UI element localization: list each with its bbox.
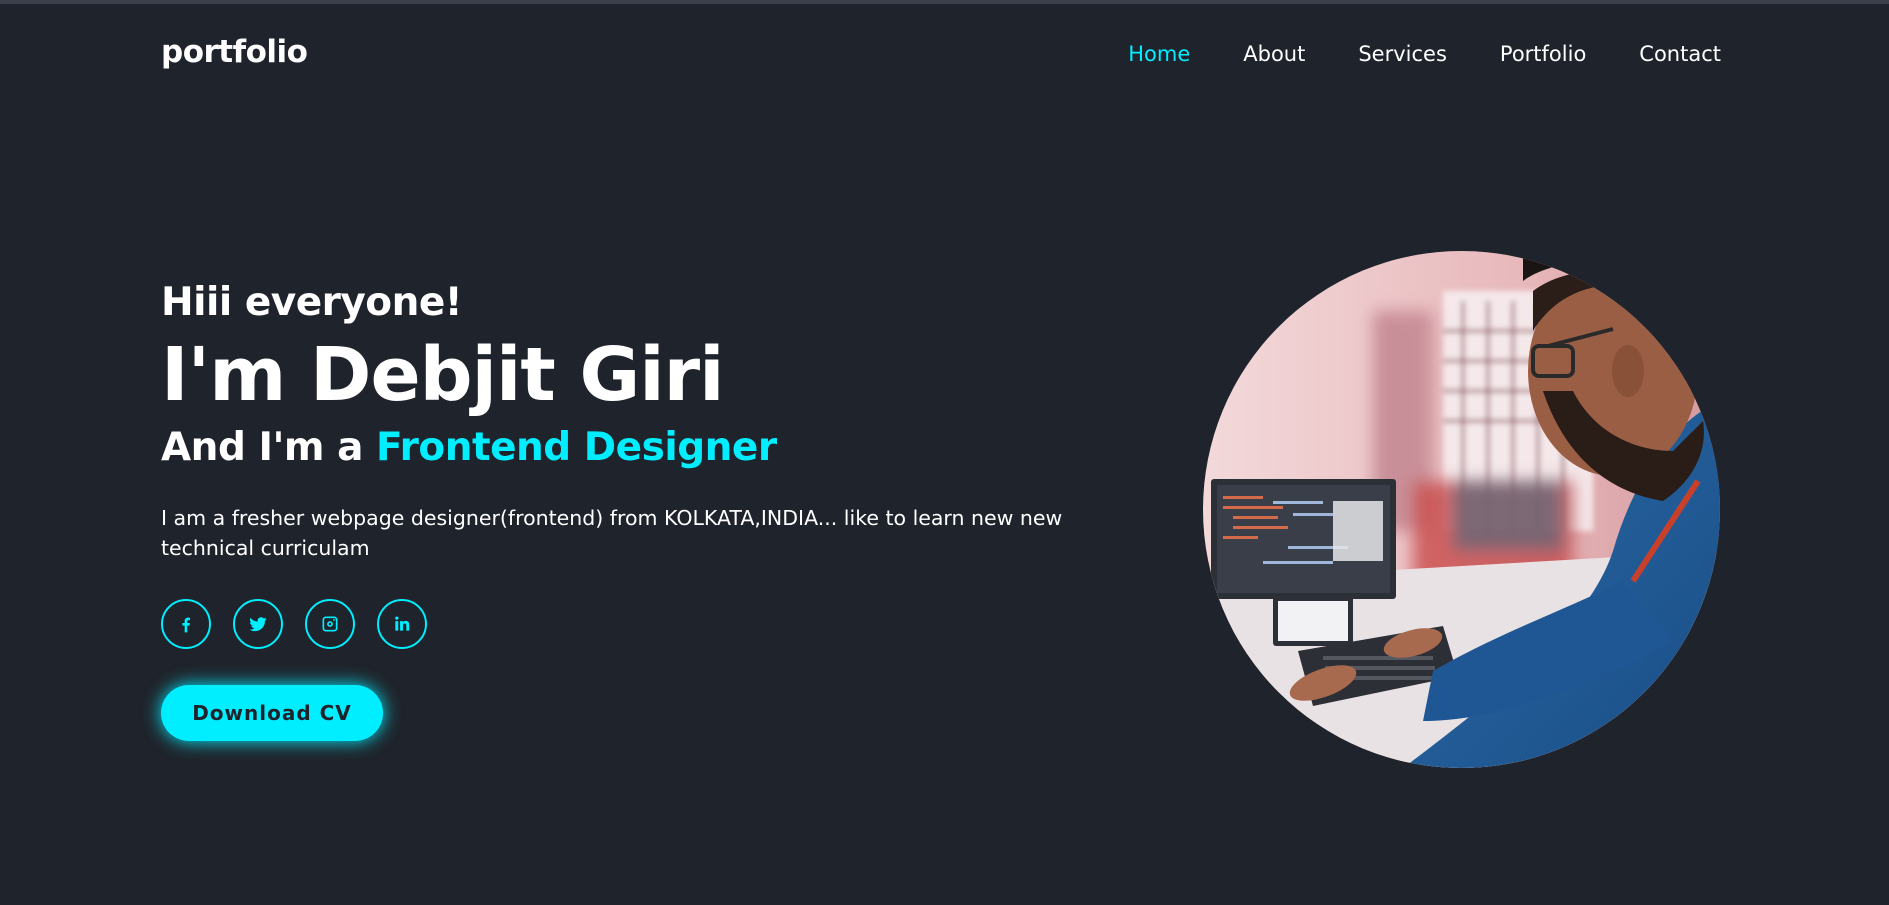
hero-section: Hiii everyone! I'm Debjit Giri And I'm a… [161, 275, 1141, 741]
twitter-icon [249, 617, 267, 632]
hero-greeting: Hiii everyone! [161, 280, 463, 325]
download-cv-button[interactable]: Download CV [161, 685, 383, 741]
hero-name: I'm Debjit Giri [161, 332, 724, 418]
hero-role: And I'm a Frontend Designer [161, 419, 1141, 477]
profile-photo [1203, 251, 1720, 768]
nav-about[interactable]: About [1243, 42, 1305, 66]
linkedin-link[interactable] [377, 599, 427, 649]
facebook-link[interactable] [161, 599, 211, 649]
social-links [161, 599, 1141, 649]
instagram-link[interactable] [305, 599, 355, 649]
site-header: portfolio Home About Services Portfolio … [0, 4, 1889, 104]
profile-photo-illustration [1203, 251, 1720, 768]
twitter-link[interactable] [233, 599, 283, 649]
hero-description: I am a fresher webpage designer(frontend… [161, 506, 1063, 560]
main-nav: Home About Services Portfolio Contact [1075, 42, 1721, 66]
facebook-icon [182, 617, 190, 633]
instagram-icon [322, 616, 338, 632]
logo[interactable]: portfolio [161, 34, 308, 70]
linkedin-icon [395, 616, 410, 631]
role-highlight: Frontend Designer [376, 425, 777, 470]
nav-home[interactable]: Home [1128, 42, 1190, 66]
nav-services[interactable]: Services [1358, 42, 1447, 66]
nav-contact[interactable]: Contact [1639, 42, 1721, 66]
role-prefix: And I'm a [161, 425, 377, 470]
nav-portfolio[interactable]: Portfolio [1500, 42, 1586, 66]
